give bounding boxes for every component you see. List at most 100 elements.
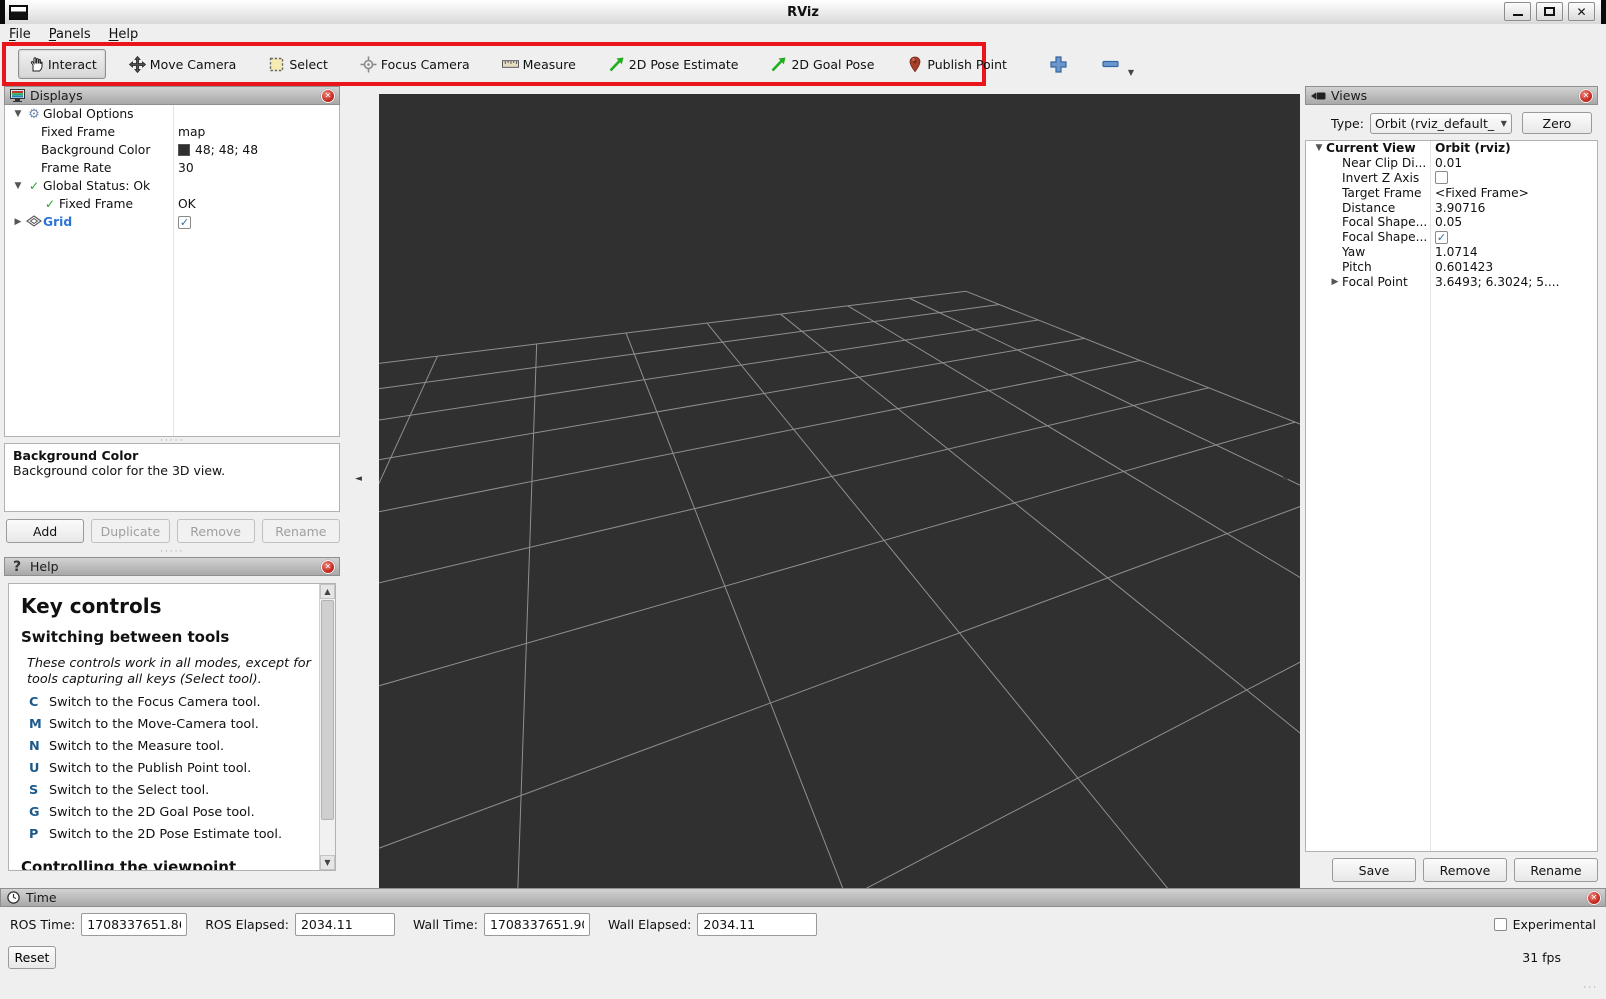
- ros-time-input[interactable]: [81, 913, 187, 936]
- expander-closed-icon[interactable]: ▶: [11, 217, 25, 227]
- displays-close-icon[interactable]: ✕: [321, 89, 335, 103]
- splitter-grip[interactable]: ·····: [160, 547, 184, 557]
- views-tree-row[interactable]: ▼Current ViewOrbit (rviz): [1306, 141, 1597, 156]
- menu-item-help[interactable]: Help: [100, 26, 148, 43]
- rename-button[interactable]: Rename: [1514, 858, 1598, 882]
- tool-publish-point[interactable]: Publish Point: [897, 49, 1016, 79]
- views-tree-row[interactable]: Focal Shape... ✓: [1306, 230, 1597, 245]
- experimental-checkbox[interactable]: [1494, 918, 1507, 931]
- property-value-cell[interactable]: Orbit (rviz): [1430, 141, 1597, 155]
- views-tree-row[interactable]: Target Frame<Fixed Frame>: [1306, 185, 1597, 200]
- property-name: Background Color: [41, 143, 150, 157]
- expander-open-icon[interactable]: ▼: [1312, 143, 1326, 153]
- remove-button[interactable]: Remove: [1423, 858, 1507, 882]
- property-value-cell[interactable]: 0.601423: [1430, 260, 1597, 274]
- remove-tool-button[interactable]: ▼: [1098, 51, 1124, 77]
- scroll-up-icon[interactable]: ▲: [320, 584, 335, 599]
- property-value-cell[interactable]: 3.6493; 6.3024; 5....: [1430, 275, 1597, 289]
- shortcut-key: U: [29, 761, 49, 776]
- tool-2d-pose-estimate[interactable]: 2D Pose Estimate: [599, 49, 748, 79]
- property-label-cell: Focal Shape...: [1306, 215, 1430, 229]
- property-value-cell[interactable]: OK: [173, 197, 339, 211]
- resize-grip[interactable]: ···: [1583, 983, 1598, 993]
- property-value-cell[interactable]: [1430, 171, 1597, 184]
- shortcut-row: MSwitch to the Move-Camera tool.: [29, 717, 317, 732]
- property-value-cell[interactable]: 0.05: [1430, 215, 1597, 229]
- right-panel-collapse-icon[interactable]: ►: [1283, 474, 1290, 484]
- expander-open-icon[interactable]: ▼: [11, 181, 25, 191]
- display-tree-row[interactable]: Fixed Framemap: [5, 123, 339, 141]
- help-heading: Key controls: [21, 594, 317, 618]
- display-tree-row[interactable]: ▶Grid ✓: [5, 213, 339, 231]
- property-value-cell[interactable]: 3.90716: [1430, 201, 1597, 215]
- views-tree-row[interactable]: Distance3.90716: [1306, 200, 1597, 215]
- property-value: 3.6493; 6.3024; 5....: [1435, 275, 1560, 289]
- views-tree-row[interactable]: Focal Shape...0.05: [1306, 215, 1597, 230]
- views-tree-row[interactable]: ▶Focal Point3.6493; 6.3024; 5....: [1306, 274, 1597, 289]
- property-label-cell: Focal Shape...: [1306, 230, 1430, 244]
- 3d-viewport[interactable]: [379, 94, 1300, 888]
- view-type-dropdown[interactable]: Orbit (rviz_default_ ▼: [1370, 113, 1512, 134]
- zero-button[interactable]: Zero: [1522, 112, 1592, 134]
- fps-counter: 31 fps: [1522, 950, 1561, 965]
- maximize-button[interactable]: [1536, 2, 1563, 21]
- tool-interact[interactable]: Interact: [18, 49, 106, 79]
- grid-icon: [25, 215, 43, 230]
- tree-column-separator: [173, 105, 174, 436]
- scroll-down-icon[interactable]: ▼: [320, 855, 335, 870]
- tool-select[interactable]: Select: [259, 49, 337, 79]
- property-value-cell[interactable]: ✓: [173, 216, 339, 229]
- ros-elapsed-input[interactable]: [295, 913, 395, 936]
- checkbox-checked[interactable]: ✓: [178, 216, 191, 229]
- add-tool-button[interactable]: [1046, 51, 1072, 77]
- views-tree-row[interactable]: Near Clip Di...0.01: [1306, 156, 1597, 171]
- property-value-cell[interactable]: 48; 48; 48: [173, 143, 339, 157]
- property-value-cell[interactable]: 1.0714: [1430, 245, 1597, 259]
- scrollbar-thumb[interactable]: [321, 600, 334, 820]
- minimize-button[interactable]: [1504, 2, 1531, 21]
- save-button[interactable]: Save: [1332, 858, 1416, 882]
- displays-panel-header: Displays ✕: [4, 86, 340, 105]
- tool-measure[interactable]: Measure: [493, 49, 585, 79]
- shortcut-key: M: [29, 717, 49, 732]
- display-tree-row[interactable]: Frame Rate30: [5, 159, 339, 177]
- tool-2d-goal-pose[interactable]: 2D Goal Pose: [761, 49, 883, 79]
- checkbox-checked[interactable]: ✓: [1435, 231, 1448, 244]
- property-value-cell[interactable]: ✓: [1430, 231, 1597, 244]
- reset-button[interactable]: Reset: [8, 946, 56, 969]
- property-value-cell[interactable]: <Fixed Frame>: [1430, 186, 1597, 200]
- expander-open-icon[interactable]: ▼: [11, 109, 25, 119]
- help-scrollbar[interactable]: ▲ ▼: [319, 584, 335, 870]
- property-value-cell[interactable]: map: [173, 125, 339, 139]
- close-window-button[interactable]: ✕: [1568, 2, 1595, 21]
- expander-closed-icon[interactable]: ▶: [1328, 277, 1342, 287]
- display-tree-row[interactable]: ▼✓Global Status: Ok: [5, 177, 339, 195]
- display-tree-row[interactable]: Background Color 48; 48; 48: [5, 141, 339, 159]
- display-tree-row[interactable]: ✓Fixed FrameOK: [5, 195, 339, 213]
- views-property-tree: ▼Current ViewOrbit (rviz)Near Clip Di...…: [1305, 140, 1598, 852]
- views-tree-row[interactable]: Pitch0.601423: [1306, 259, 1597, 274]
- views-close-icon[interactable]: ✕: [1579, 89, 1593, 103]
- help-close-icon[interactable]: ✕: [321, 560, 335, 574]
- views-tree-row[interactable]: Invert Z Axis: [1306, 171, 1597, 186]
- wall-time-input[interactable]: [484, 913, 590, 936]
- shortcut-key: N: [29, 739, 49, 754]
- display-tree-row[interactable]: ▼⚙Global Options: [5, 105, 339, 123]
- tool-focus-camera[interactable]: Focus Camera: [351, 49, 479, 79]
- add-button[interactable]: Add: [6, 519, 84, 543]
- shortcut-row: PSwitch to the 2D Pose Estimate tool.: [29, 827, 317, 842]
- left-panel-collapse-icon[interactable]: ◄: [355, 474, 362, 484]
- help-note: These controls work in all modes, except…: [27, 656, 317, 688]
- menu-item-panels[interactable]: Panels: [40, 26, 100, 43]
- checkbox-unchecked[interactable]: [1435, 171, 1448, 184]
- tool-move-camera[interactable]: Move Camera: [120, 49, 246, 79]
- property-label-cell: Fixed Frame: [5, 125, 173, 139]
- wall-elapsed-input[interactable]: [697, 913, 817, 936]
- tool-label: 2D Goal Pose: [791, 57, 874, 72]
- menu-item-file[interactable]: File: [0, 26, 40, 43]
- property-value-cell[interactable]: 30: [173, 161, 339, 175]
- property-label-cell: ▶Grid: [5, 215, 173, 230]
- views-tree-row[interactable]: Yaw1.0714: [1306, 245, 1597, 260]
- property-value-cell[interactable]: 0.01: [1430, 156, 1597, 170]
- time-close-icon[interactable]: ✕: [1587, 891, 1601, 905]
